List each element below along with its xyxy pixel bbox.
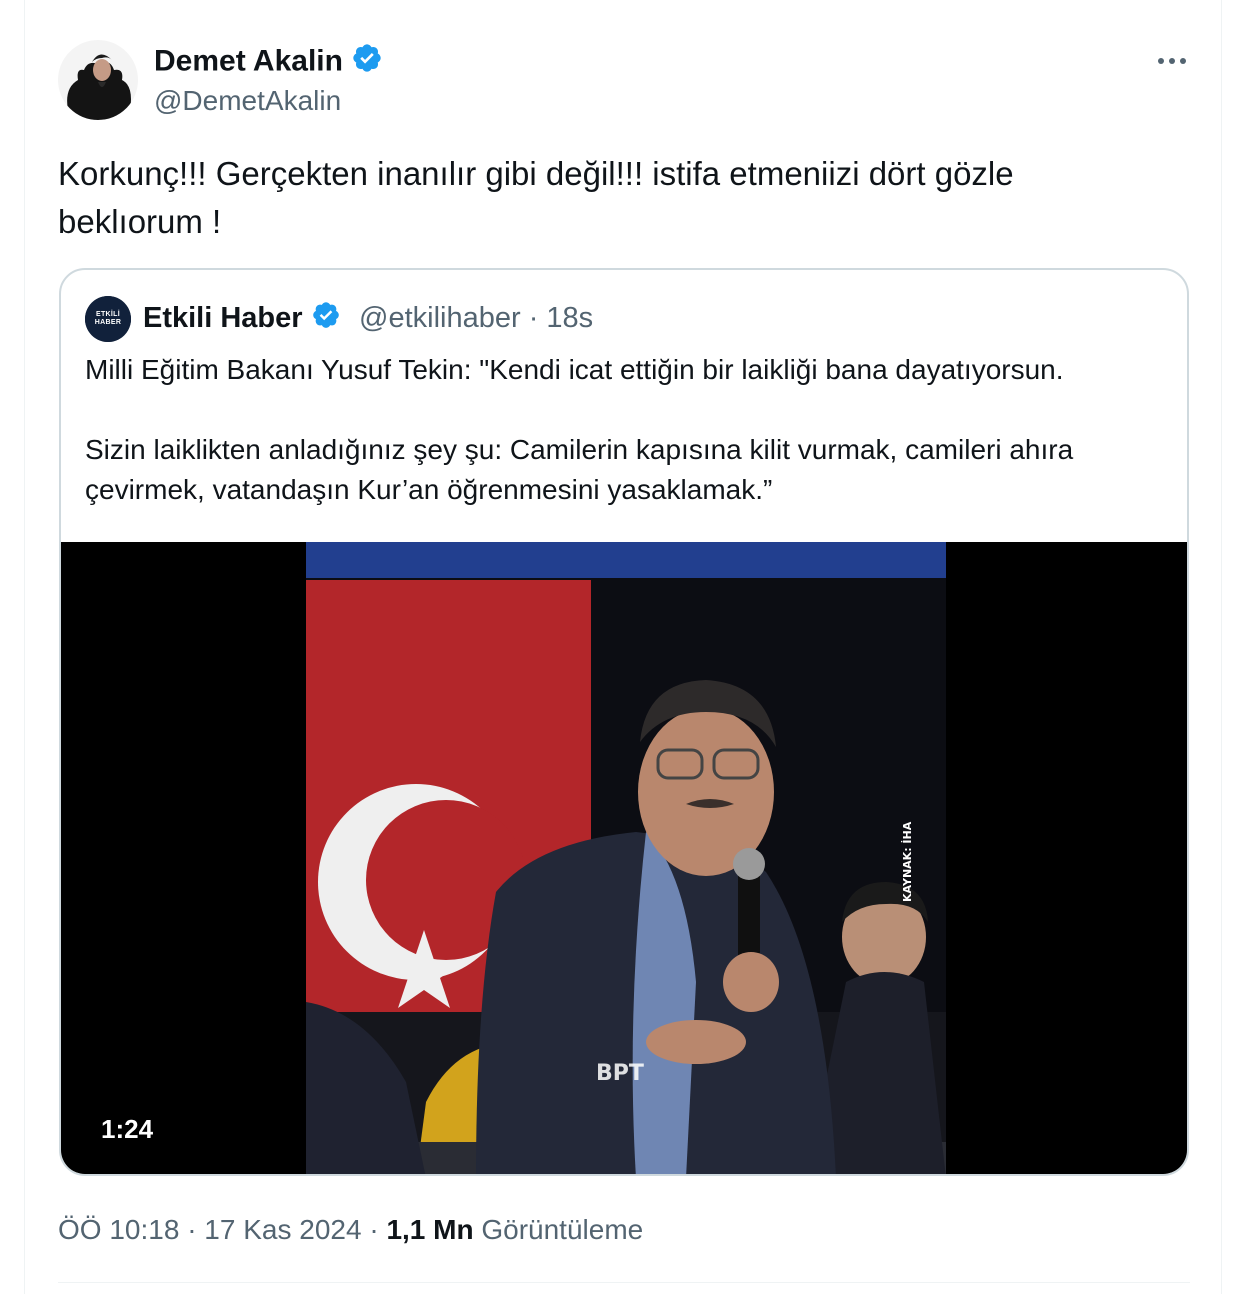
quoted-tweet[interactable]: ETKİLİ HABER Etkili Haber @etkilihaber ·…: [59, 268, 1189, 1176]
video-channel-logo: BPT: [596, 1061, 644, 1086]
video-frame: BPT KAYNAK: İHA: [306, 542, 946, 1174]
author-name[interactable]: Demet Akalin: [154, 42, 383, 83]
author-name-text: Demet Akalin: [154, 44, 343, 78]
quote-time[interactable]: 18s: [546, 302, 593, 334]
author-handle[interactable]: @DemetAkalin: [154, 84, 341, 118]
tweet-date[interactable]: 17 Kas 2024: [204, 1214, 361, 1245]
quote-text: Milli Eğitim Bakanı Yusuf Tekin: "Kendi …: [85, 354, 1074, 505]
author-avatar[interactable]: [58, 40, 138, 120]
video-player[interactable]: BPT KAYNAK: İHA 1:24: [61, 542, 1187, 1174]
tweet-footer: ÖÖ 10:18 · 17 Kas 2024 · 1,1 Mn Görüntül…: [58, 1210, 643, 1250]
quote-author-name[interactable]: Etkili Haber: [143, 300, 341, 339]
quote-handle[interactable]: @etkilihaber: [359, 302, 521, 334]
views-count: 1,1 Mn: [386, 1214, 474, 1245]
tweet-time[interactable]: ÖÖ 10:18: [58, 1214, 179, 1245]
quote-meta: @etkilihaber · 18s: [359, 300, 593, 336]
video-watermark: KAYNAK: İHA: [900, 821, 914, 902]
video-duration: 1:24: [101, 1114, 154, 1144]
quote-avatar-text: ETKİLİ HABER: [94, 311, 122, 326]
verified-badge-icon: [351, 42, 383, 83]
footer-separator: ·: [369, 1214, 379, 1245]
verified-badge-icon: [311, 300, 341, 339]
footer-separator: ·: [187, 1214, 197, 1245]
quote-avatar[interactable]: ETKİLİ HABER: [85, 296, 131, 342]
quote-separator: ·: [528, 302, 539, 334]
divider: [58, 1282, 1190, 1283]
quote-author-name-text: Etkili Haber: [143, 302, 303, 335]
tweet-text: Korkunç!!! Gerçekten inanılır gibi değil…: [58, 155, 1014, 240]
more-options-icon[interactable]: [1152, 48, 1192, 72]
views-label: Görüntüleme: [481, 1214, 644, 1245]
